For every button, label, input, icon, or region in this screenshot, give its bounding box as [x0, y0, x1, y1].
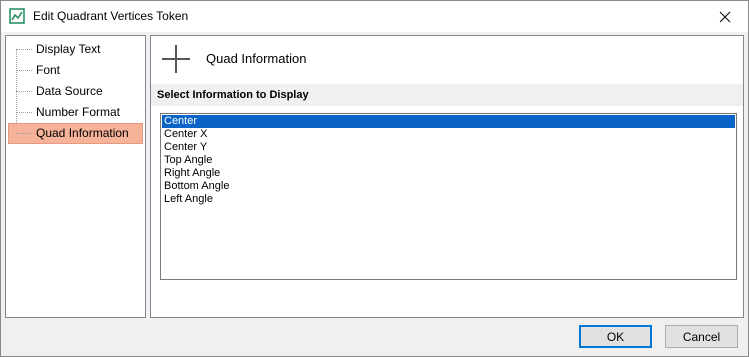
close-icon	[719, 11, 731, 22]
list-item-bottom-angle[interactable]: Bottom Angle	[162, 180, 735, 193]
panel-title: Quad Information	[206, 51, 307, 66]
title-bar: Edit Quadrant Vertices Token	[1, 1, 748, 32]
tree-item-label: Display Text	[36, 42, 101, 56]
navigation-tree: Display Text Font Data Source Number For…	[5, 35, 146, 318]
content-panel: Quad Information Select Information to D…	[150, 35, 744, 318]
tree-item-label: Number Format	[36, 105, 121, 119]
tree-item-quad-information[interactable]: Quad Information	[6, 123, 145, 144]
tree-branch-line	[16, 112, 32, 113]
list-item-left-angle[interactable]: Left Angle	[162, 193, 735, 206]
tree-item-display-text[interactable]: Display Text	[6, 39, 145, 60]
close-button[interactable]	[702, 1, 748, 32]
crosshair-icon	[161, 44, 191, 74]
information-listbox[interactable]: Center Center X Center Y Top Angle Right…	[160, 113, 737, 280]
tree-branch-line	[16, 70, 32, 71]
tree-item-label: Data Source	[36, 84, 103, 98]
cancel-button[interactable]: Cancel	[665, 325, 738, 348]
list-item-right-angle[interactable]: Right Angle	[162, 167, 735, 180]
tree-branch-line	[16, 49, 32, 50]
list-item-center[interactable]: Center	[162, 115, 735, 128]
section-header: Select Information to Display	[151, 84, 743, 106]
list-item-center-y[interactable]: Center Y	[162, 141, 735, 154]
dialog-window: Edit Quadrant Vertices Token Display Tex…	[0, 0, 749, 357]
tree-item-font[interactable]: Font	[6, 60, 145, 81]
tree-item-label: Quad Information	[36, 126, 129, 140]
tree-item-data-source[interactable]: Data Source	[6, 81, 145, 102]
panel-header: Quad Information	[151, 36, 743, 84]
ok-button[interactable]: OK	[579, 325, 652, 348]
tree-branch-line	[16, 133, 32, 134]
list-item-top-angle[interactable]: Top Angle	[162, 154, 735, 167]
dialog-client-area: Display Text Font Data Source Number For…	[1, 32, 748, 356]
section-label: Select Information to Display	[157, 89, 309, 101]
list-item-center-x[interactable]: Center X	[162, 128, 735, 141]
tree-item-label: Font	[36, 63, 61, 77]
window-title: Edit Quadrant Vertices Token	[33, 9, 189, 23]
tree-branch-line	[16, 91, 32, 92]
tree-item-number-format[interactable]: Number Format	[6, 102, 145, 123]
chart-icon	[9, 8, 25, 24]
